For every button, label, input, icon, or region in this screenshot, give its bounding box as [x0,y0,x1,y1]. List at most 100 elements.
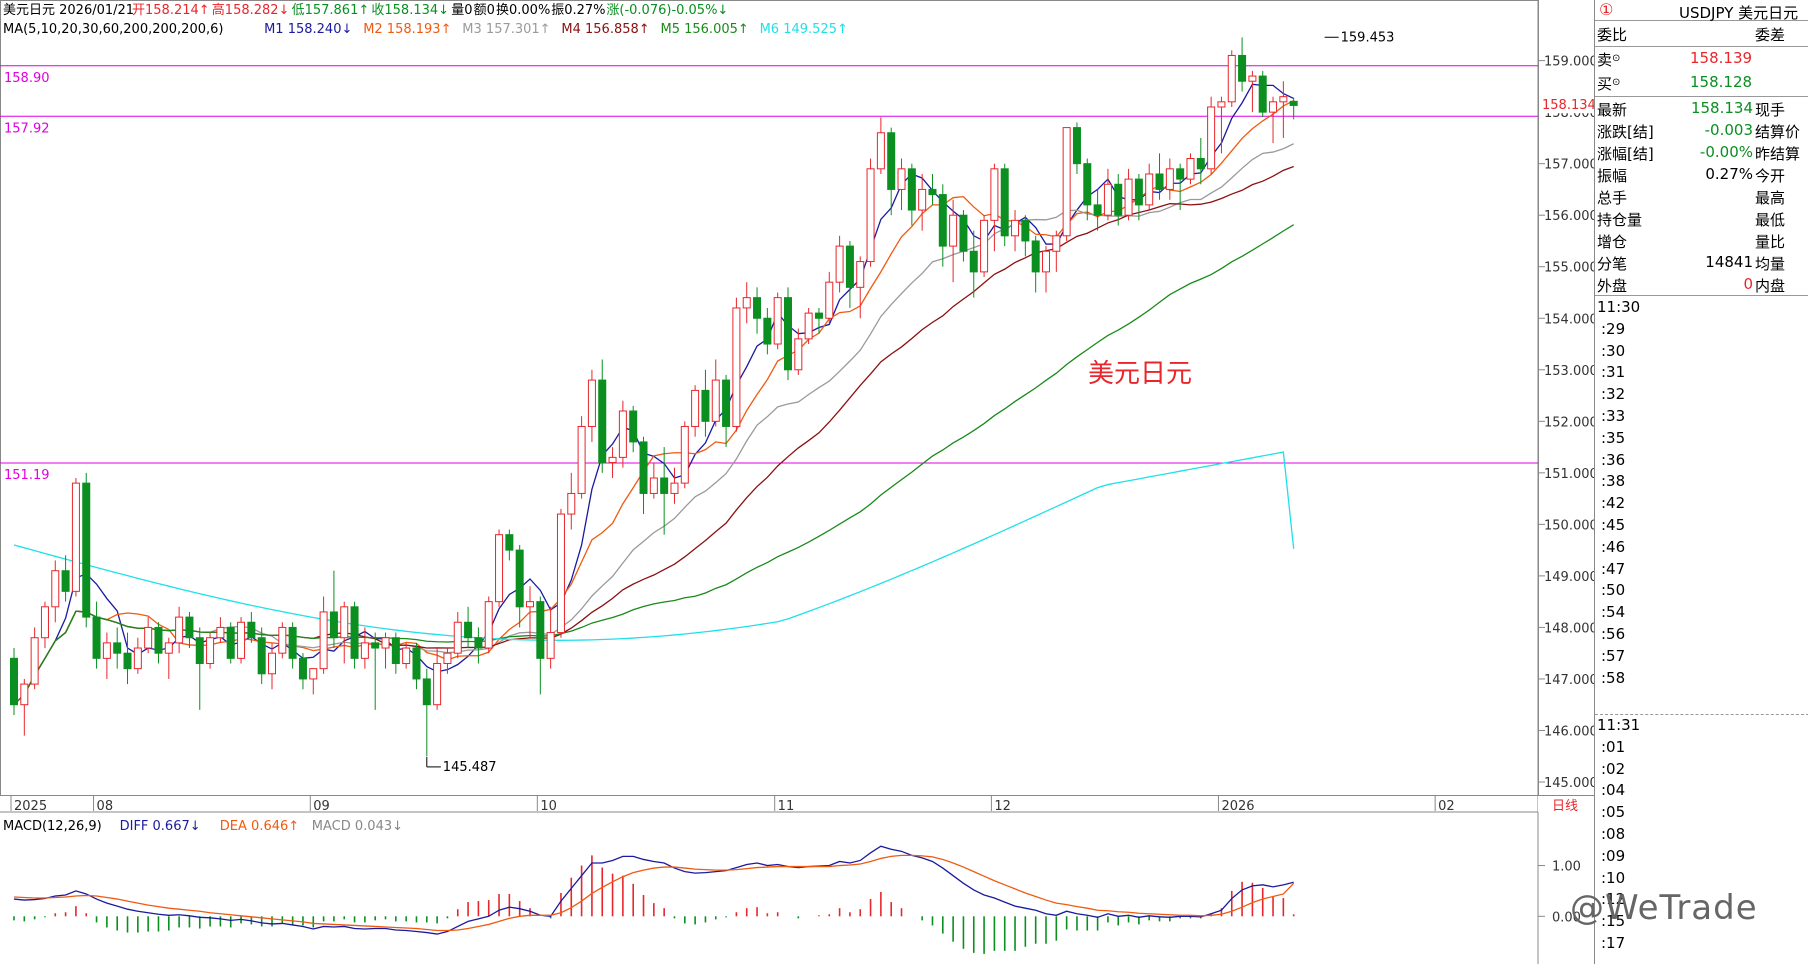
candle-body [928,188,937,196]
weibi-label: 委比 [1597,26,1628,44]
candle-body [959,214,968,252]
level-label: 158.90 [4,71,50,86]
time-tick: :04 [1601,781,1626,800]
time-tick: 11:31 [1597,716,1641,734]
candle-body [20,683,29,706]
price-tick-label: 147.000 [1544,673,1594,688]
info-circle-icon[interactable]: ① [1599,0,1613,19]
candle-body [319,611,328,670]
candle-body [257,637,266,675]
quote-row-right-label: 结算价 [1755,123,1801,141]
candle-body [144,626,153,649]
quote-row-label: 振幅 [1597,167,1628,185]
candle-body [639,441,648,494]
quote-row-value: -0.003 [1704,121,1753,139]
candle-body [309,668,318,680]
quote-row-right-label: 最低 [1755,211,1786,229]
quote-row-label: 持仓量 [1597,211,1643,229]
time-tick: :58 [1601,668,1626,687]
candle-body [278,626,287,654]
candle-body [814,312,823,319]
candle-body [340,606,349,639]
candle-body [1176,168,1185,180]
candle-body [1011,219,1020,237]
time-tick: :33 [1601,407,1626,425]
annotation-label: 159.453 [1341,30,1395,45]
price-tick-label: 153.000 [1544,364,1594,379]
candle-body [1103,183,1112,216]
sell-row[interactable]: 卖 ⊙ 158.139 [1595,47,1808,69]
candle-body [350,606,359,659]
time-tick: :45 [1601,516,1626,534]
month-label: 10 [540,799,557,814]
time-tick: :09 [1601,846,1626,865]
candle-body [722,379,731,427]
candle-body [804,312,813,340]
quote-row-right-label: 量比 [1755,233,1786,251]
candle-body [1021,219,1030,242]
time-tick: 11:30 [1597,298,1641,316]
macd-tick-label: 1.00 [1552,860,1581,875]
month-label: 11 [778,799,795,814]
quote-row-right-label: 最高 [1755,189,1786,207]
quote-row: 涨跌[结] -0.003 结算价 [1595,119,1808,141]
candle-body [918,188,927,211]
candle-body [92,616,101,659]
header-field: 美元日元 2026/01/21 [3,3,134,18]
candle-body [288,626,297,659]
candle-body [949,214,958,247]
candle-body [247,621,256,639]
candle-body [268,652,276,675]
candle-body [216,626,225,639]
time-tick: :29 [1601,319,1626,338]
time-tick: :01 [1601,737,1626,756]
candle-body [773,297,782,345]
level-label: 157.92 [4,121,50,136]
candle-body [226,626,235,659]
candle-body [980,219,989,273]
candle-body [237,621,246,659]
time-tick: :50 [1601,581,1626,600]
candle-body [1238,54,1247,82]
candle-body [691,389,700,427]
candle-body [164,642,173,654]
price-tick-label: 156.000 [1544,209,1594,224]
buy-row[interactable]: 买 ⊙ 158.128 [1595,71,1808,93]
candle-body [701,389,710,422]
candle-body [1207,106,1216,170]
time-tick: :17 [1601,934,1626,952]
candle-body [391,637,400,664]
candle-body [381,637,390,649]
candle-body [1114,183,1123,216]
candle-body [515,549,524,608]
main-chart[interactable]: 158.90 157.92 151.19 159.453 145.487 美元日元 15… [0,0,1594,964]
candle-body [1124,178,1133,216]
quote-row-right-label: 今开 [1755,167,1786,185]
candle-body [206,637,215,664]
candle-body [876,132,885,170]
ma-legend-item: M1 158.240↓ [264,22,352,37]
price-tick-label: 154.000 [1544,312,1594,327]
quote-row: 总手 最高 [1595,185,1808,207]
candle-body [1042,250,1050,273]
macd-legend-item: DIFF 0.667↓ [120,819,201,834]
month-label: 09 [313,799,330,814]
macd-legend-item: MACD 0.043↓ [312,819,403,834]
quote-row-label: 外盘 [1597,277,1628,295]
candle-body [133,647,142,670]
ma-legend-item: M2 158.193↑ [363,22,451,37]
time-tick: :54 [1601,603,1626,622]
candle-body [1258,75,1267,113]
candle-body [453,621,462,654]
time-tick: :02 [1601,759,1626,778]
candle-body [1289,100,1298,106]
candle-body [567,492,576,515]
candle-body [1227,54,1236,103]
quote-symbol: USDJPY 美元日元 [1679,4,1799,22]
candle-body [71,482,80,592]
candle-body [464,621,473,639]
time-tick: :47 [1601,559,1626,578]
candle-body [412,647,421,680]
candle-body [474,637,483,649]
candle-body [1083,163,1092,206]
